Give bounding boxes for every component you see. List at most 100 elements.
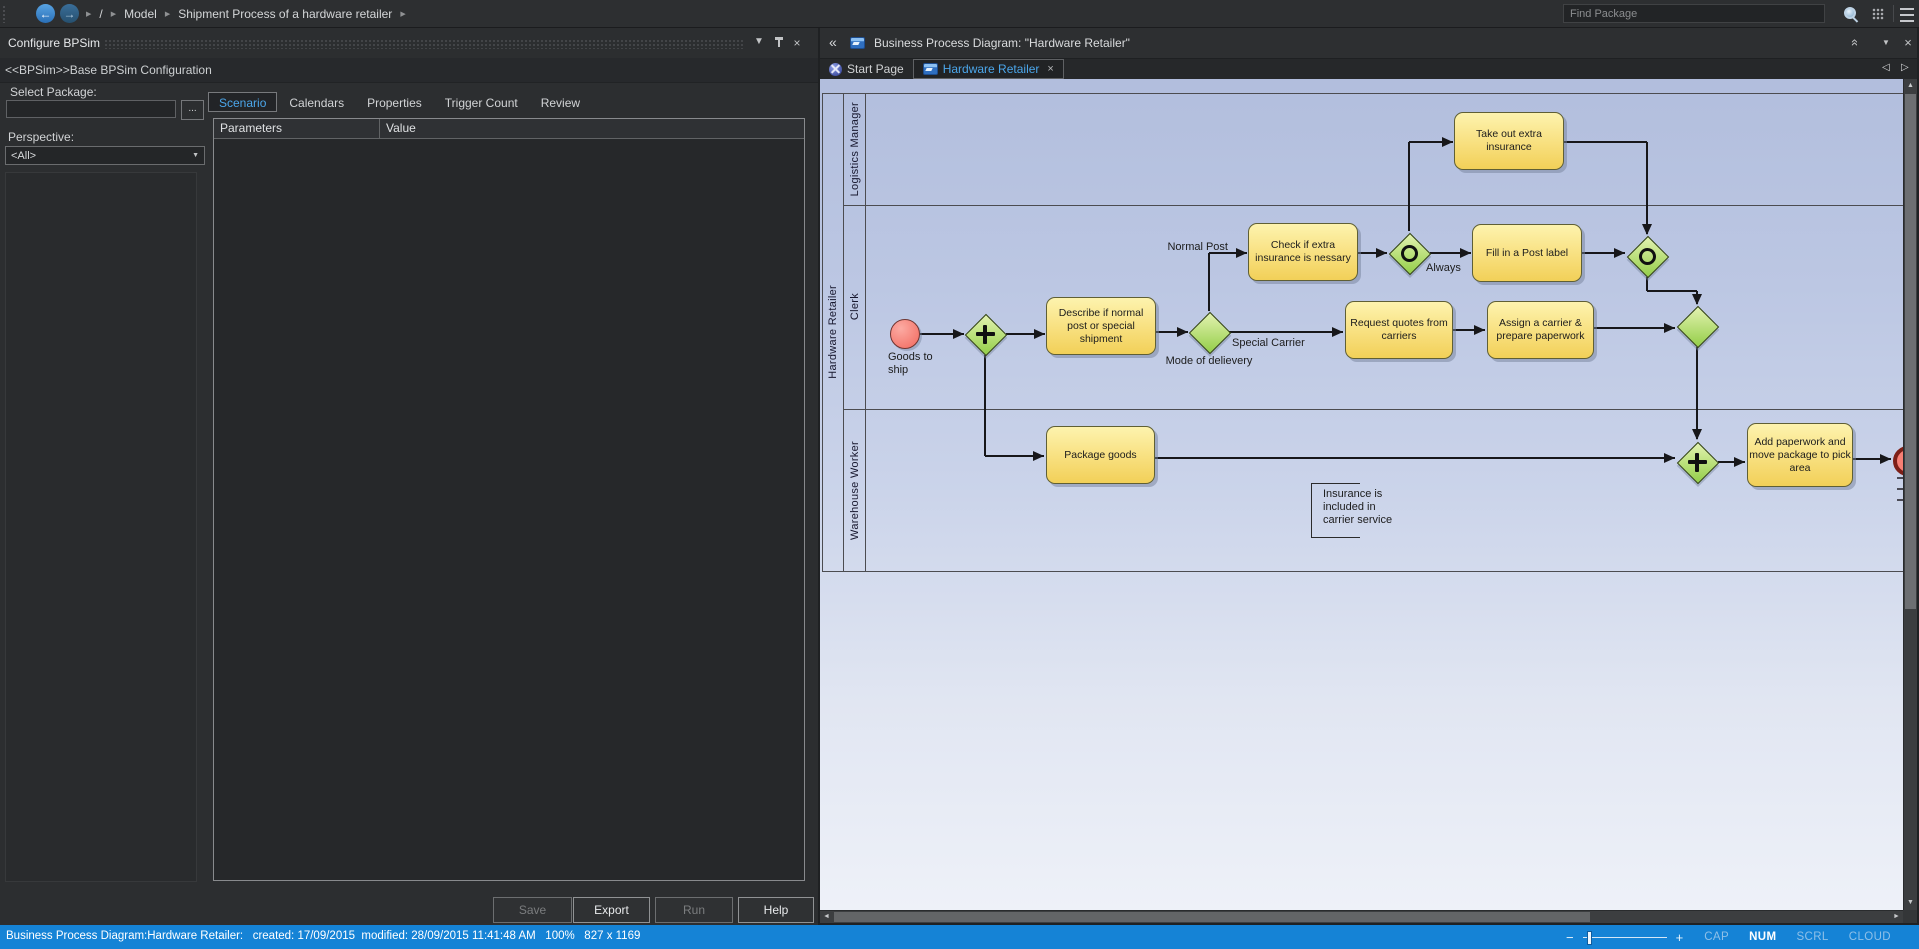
status-toggles: CAP NUM SCRL CLOUD (1704, 931, 1891, 943)
sequence-flow (1594, 327, 1675, 328)
package-tree[interactable] (5, 172, 197, 882)
breadcrumb-item-model[interactable]: Model (124, 7, 157, 21)
navigate-back-button[interactable]: ← (36, 4, 55, 23)
run-button[interactable]: Run (655, 897, 733, 923)
end-event[interactable] (1893, 446, 1903, 476)
gateway-inclusive-3[interactable] (1388, 232, 1431, 275)
tab-scenario[interactable]: Scenario (208, 92, 277, 112)
zoom-control: − + (1566, 930, 1683, 945)
column-parameters[interactable]: Parameters (214, 119, 380, 138)
panel-title-dots (104, 39, 744, 49)
search-icon[interactable] (1843, 6, 1859, 22)
tab-hardware-retailer[interactable]: Hardware Retailer× (913, 59, 1064, 79)
export-button[interactable]: Export (573, 897, 650, 923)
tab-scroll-right-icon[interactable]: ▷ (1901, 62, 1909, 73)
arrowhead-icon (1177, 327, 1188, 337)
task-fill-in-a-post-label[interactable]: Fill in a Post label (1472, 224, 1582, 282)
scroll-up-icon[interactable]: ▲ (1904, 79, 1917, 93)
circle-icon (1401, 245, 1418, 262)
start-event[interactable] (890, 319, 920, 349)
tab-start-page[interactable]: Start Page (820, 59, 913, 79)
vertical-scrollbar-thumb[interactable] (1905, 94, 1916, 609)
task-package-goods[interactable]: Package goods (1046, 426, 1155, 484)
navigate-forward-button[interactable]: → (60, 4, 79, 23)
task-add-paperwork-and[interactable]: Add paperwork and move package to pick a… (1747, 423, 1853, 487)
zoom-in-icon[interactable]: + (1676, 930, 1684, 945)
task-request-quotes-from[interactable]: Request quotes from carriers (1345, 301, 1453, 359)
lane-label: Clerk (849, 293, 861, 320)
menu-icon[interactable] (1900, 8, 1914, 22)
tab-review[interactable]: Review (530, 92, 591, 112)
scroll-down-icon[interactable]: ▼ (1904, 896, 1917, 910)
pin-icon[interactable] (774, 37, 784, 49)
lane-label: Logistics Manager (849, 102, 861, 196)
diagram-close-icon[interactable]: × (1900, 35, 1916, 50)
zoom-slider[interactable] (1583, 937, 1667, 938)
tab-properties[interactable]: Properties (356, 92, 433, 112)
package-input[interactable] (6, 100, 176, 118)
breadcrumb-root[interactable]: / (99, 7, 102, 21)
lane-border (844, 409, 1903, 410)
start-page-icon (829, 63, 842, 76)
toolbar-grip-icon[interactable] (2, 5, 7, 23)
horizontal-scrollbar[interactable]: ◄ ► (820, 910, 1903, 923)
save-button[interactable]: Save (493, 897, 572, 923)
tab-trigger-count[interactable]: Trigger Count (434, 92, 529, 112)
annotation-text: Insurance is included in carrier service (1323, 488, 1392, 527)
pool-hardware-retailer[interactable]: Hardware Retailer (822, 93, 844, 571)
task-take-out-extra[interactable]: Take out extra insurance (1454, 112, 1564, 170)
gateway-inclusive-4[interactable] (1626, 235, 1669, 278)
browse-package-button[interactable]: ... (181, 100, 204, 120)
arrowhead-icon (1474, 325, 1485, 335)
perspective-select[interactable]: <All> ▼ (5, 146, 205, 165)
parameters-table[interactable]: Parameters Value (213, 118, 805, 881)
toggle-scrl[interactable]: SCRL (1796, 931, 1828, 943)
gateway-parallel-1[interactable] (964, 313, 1007, 356)
lane-clerk[interactable]: Clerk (844, 205, 866, 409)
horizontal-scrollbar-thumb[interactable] (834, 912, 1590, 922)
help-button[interactable]: Help (738, 897, 814, 923)
close-tab-icon[interactable]: × (1047, 63, 1053, 75)
arrowhead-icon (1664, 453, 1675, 463)
title-chevron-down-icon[interactable]: ▼ (1878, 38, 1894, 47)
find-package-input[interactable] (1563, 4, 1825, 23)
toggle-cloud[interactable]: CLOUD (1849, 931, 1891, 943)
panel-menu-chevron-down-icon[interactable]: ▼ (752, 36, 766, 47)
arrowhead-icon (1614, 248, 1625, 258)
gateway-exclusive-5[interactable] (1676, 305, 1719, 348)
toggle-cap[interactable]: CAP (1704, 931, 1729, 943)
task-describe-if-normal[interactable]: Describe if normal post or special shipm… (1046, 297, 1156, 355)
gateway-exclusive-2[interactable] (1188, 311, 1231, 354)
flow-label-mode-of-delievery: Mode of delievery (1159, 355, 1259, 368)
status-text: Business Process Diagram:Hardware Retail… (6, 930, 640, 942)
gateway-parallel-6[interactable] (1676, 441, 1719, 484)
collapse-up-icon[interactable]: » (1846, 39, 1861, 46)
matrix-grid-icon[interactable] (1872, 8, 1884, 20)
collapse-left-icon[interactable]: « (829, 34, 837, 50)
tab-calendars[interactable]: Calendars (278, 92, 355, 112)
zoom-slider-thumb[interactable] (1587, 931, 1592, 945)
breadcrumb-separator-icon: ▶ (111, 10, 116, 18)
breadcrumb-item-shipment-process-of-a-hardware-retailer[interactable]: Shipment Process of a hardware retailer (178, 7, 392, 21)
vertical-scrollbar[interactable]: ▲ ▼ (1903, 79, 1917, 910)
scroll-left-icon[interactable]: ◄ (820, 911, 833, 923)
parameters-table-header: Parameters Value (214, 119, 804, 139)
zoom-out-icon[interactable]: − (1566, 930, 1574, 945)
lane-logistics-manager[interactable]: Logistics Manager (844, 93, 866, 205)
arrowhead-icon (1034, 329, 1045, 339)
circle-icon (1639, 248, 1656, 265)
panel-close-icon[interactable]: × (790, 36, 804, 50)
task-assign-a-carrier[interactable]: Assign a carrier & prepare paperwork (1487, 301, 1594, 359)
diagram-canvas[interactable]: Hardware Retailer Logistics Manager Clerk W… (820, 79, 1903, 910)
arrowhead-icon (1734, 457, 1745, 467)
toggle-num[interactable]: NUM (1749, 931, 1776, 943)
scroll-right-icon[interactable]: ► (1890, 911, 1903, 923)
pool-label: Hardware Retailer (827, 285, 839, 379)
bpsim-configuration-bar: <<BPSim>>Base BPSim Configuration (0, 58, 818, 83)
lane-warehouse-worker[interactable]: Warehouse Worker (844, 409, 866, 571)
diagram-title: Business Process Diagram: "Hardware Reta… (874, 36, 1130, 50)
select-package-label: Select Package: (10, 85, 97, 99)
task-check-if-extra[interactable]: Check if extra insurance is nessary (1248, 223, 1358, 281)
tab-scroll-left-icon[interactable]: ◁ (1882, 62, 1890, 73)
column-value[interactable]: Value (380, 119, 804, 138)
